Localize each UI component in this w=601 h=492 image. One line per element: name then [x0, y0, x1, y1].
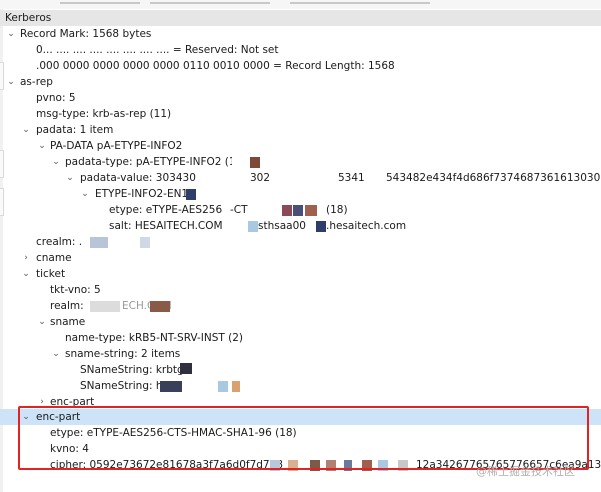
name-type-label: name-type: kRB5-NT-SRV-INST (2)	[65, 332, 244, 344]
tree-row-record-length[interactable]: .000 0000 0000 0000 0000 0110 0010 0000 …	[0, 58, 601, 74]
redaction-block	[150, 301, 170, 312]
tree-row-ticket[interactable]: ⌄ ticket	[0, 266, 601, 282]
padata-label: padata: 1 item	[36, 124, 114, 136]
padata-value-fragment: 302	[250, 172, 271, 184]
tree-row-as-rep[interactable]: ⌄ as-rep	[0, 74, 601, 90]
tree-row-pvno[interactable]: pvno: 5	[0, 90, 601, 106]
reserved-bits-label: 0... .... .... .... .... .... .... .... …	[36, 44, 279, 56]
chevron-down-icon[interactable]: ⌄	[6, 26, 16, 42]
tkt-vno-label: tkt-vno: 5	[50, 284, 101, 296]
tree-row-sname-krbtgt[interactable]: SNameString: krbtgt	[0, 362, 601, 378]
chevron-down-icon[interactable]: ⌄	[21, 122, 31, 138]
msg-type-label: msg-type: krb-as-rep (11)	[36, 108, 172, 120]
tree-row-reserved[interactable]: 0... .... .... .... .... .... .... .... …	[0, 42, 601, 58]
redaction-block	[305, 205, 317, 216]
redaction-block	[250, 157, 260, 168]
chevron-down-icon[interactable]: ⌄	[51, 346, 61, 362]
redaction-block	[232, 157, 244, 168]
redaction-block	[248, 221, 258, 232]
ticket-label: ticket	[36, 268, 66, 280]
crealm-label: crealm: .	[36, 236, 83, 248]
cname-label: cname	[36, 252, 72, 264]
tree-row-kerberos[interactable]: Kerberos	[0, 10, 601, 26]
chevron-down-icon[interactable]: ⌄	[6, 74, 16, 90]
redaction-block	[293, 205, 303, 216]
redaction-block	[226, 173, 248, 184]
chevron-down-icon[interactable]: ⌄	[21, 266, 31, 282]
redaction-block	[282, 205, 292, 216]
chevron-down-icon[interactable]: ⌄	[51, 154, 61, 170]
tree-row-salt[interactable]: salt: HESAITECH.COM sthsaa00 .hesaitech.…	[0, 218, 601, 234]
tree-row-padata[interactable]: ⌄ padata: 1 item	[0, 122, 601, 138]
tree-row-etype-info2-entry[interactable]: ⌄ ETYPE-INFO2-EN1	[0, 186, 601, 202]
tree-row-etype[interactable]: etype: eTYPE-AES256 -CT (18)	[0, 202, 601, 218]
tree-row-name-type[interactable]: name-type: kRB5-NT-SRV-INST (2)	[0, 330, 601, 346]
sname-string-value: SNameString: h	[80, 380, 163, 392]
sname-label: sname	[50, 316, 86, 328]
redaction-block	[90, 301, 120, 312]
highlight-box	[18, 406, 589, 470]
watermark: @稀土掘金技术社区	[476, 465, 575, 478]
tree-row-padata-value[interactable]: ⌄ padata-value: 303430 302 5341 543482e4…	[0, 170, 601, 186]
redaction-block	[160, 381, 182, 392]
redaction-block	[256, 205, 280, 216]
sname-string-value: SNameString: krbtgt	[80, 364, 188, 376]
chevron-down-icon[interactable]: ⌄	[65, 170, 75, 186]
tree-row-sname-host[interactable]: SNameString: h	[0, 378, 601, 394]
redaction-block	[180, 363, 192, 374]
record-mark-label: Record Mark: 1568 bytes	[20, 28, 152, 40]
tree-row-pa-data[interactable]: ⌄ PA-DATA pA-ETYPE-INFO2	[0, 138, 601, 154]
etype-fragment: (18)	[326, 204, 348, 216]
realm-label: realm:	[50, 300, 84, 312]
etype-label: etype: eTYPE-AES256	[109, 204, 223, 216]
redaction-block	[140, 237, 150, 248]
etype-info2-entry-label: ETYPE-INFO2-EN1	[95, 188, 189, 200]
etype-fragment: -CT	[230, 204, 248, 216]
pvno-label: pvno: 5	[36, 92, 76, 104]
tree-row-record-mark[interactable]: ⌄ Record Mark: 1568 bytes	[0, 26, 601, 42]
redaction-block	[232, 381, 240, 392]
tree-row-cname[interactable]: › cname	[0, 250, 601, 266]
tree-row-realm[interactable]: realm: ECH.COM	[0, 298, 601, 314]
tree-row-sname[interactable]: ⌄ sname	[0, 314, 601, 330]
padata-value-fragment: 5341	[338, 172, 365, 184]
tree-row-msg-type[interactable]: msg-type: krb-as-rep (11)	[0, 106, 601, 122]
tree-row-crealm[interactable]: crealm: .	[0, 234, 601, 250]
chevron-down-icon[interactable]: ⌄	[37, 314, 47, 330]
record-length-label: .000 0000 0000 0000 0000 0110 0010 0000 …	[36, 60, 395, 72]
sname-string-label: sname-string: 2 items	[65, 348, 181, 360]
tree-row-tkt-vno[interactable]: tkt-vno: 5	[0, 282, 601, 298]
padata-type-label: padata-type: pA-ETYPE-INFO2 (1	[65, 156, 236, 168]
as-rep-label: as-rep	[20, 76, 53, 88]
chevron-right-icon[interactable]: ›	[21, 250, 31, 266]
tree-row-padata-type[interactable]: ⌄ padata-type: pA-ETYPE-INFO2 (1	[0, 154, 601, 170]
salt-fragment: .hesaitech.com	[326, 220, 407, 232]
redaction-block	[108, 237, 136, 248]
padata-value-label: padata-value: 303430	[80, 172, 196, 184]
pa-data-label: PA-DATA pA-ETYPE-INFO2	[50, 140, 183, 152]
protocol-label: Kerberos	[5, 12, 52, 24]
redaction-block	[218, 381, 228, 392]
tree-row-sname-string[interactable]: ⌄ sname-string: 2 items	[0, 346, 601, 362]
redaction-block	[90, 237, 108, 248]
salt-label: salt: HESAITECH.COM	[109, 220, 223, 232]
chevron-down-icon[interactable]: ⌄	[37, 138, 47, 154]
chevron-down-icon[interactable]: ⌄	[80, 186, 90, 202]
redaction-block	[186, 189, 196, 200]
redaction-block	[316, 221, 326, 232]
padata-value-fragment: 543482e434f4d686f7374687361613030…	[386, 172, 601, 184]
cropped-top-strip	[0, 0, 601, 9]
salt-fragment: sthsaa00	[258, 220, 306, 232]
